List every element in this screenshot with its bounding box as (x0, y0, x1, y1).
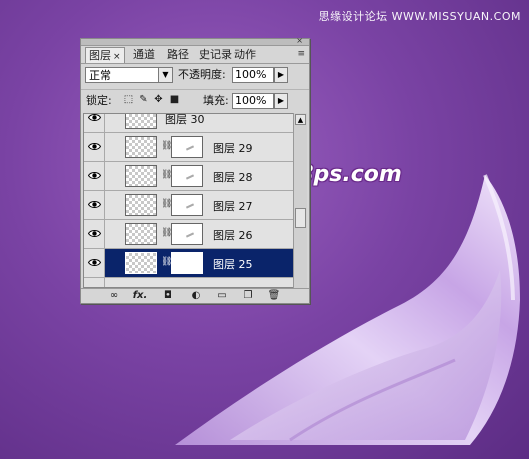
layer-row-selected[interactable]: ⛓ 图层 25 (84, 249, 293, 278)
panel-bottom-toolbar: ∞ fx. ◘ ◐ ▭ ❐ 🗑 (81, 288, 309, 303)
link-chain-icon[interactable]: ⛓ (161, 256, 172, 269)
layer-mask-thumbnail[interactable] (171, 136, 203, 158)
lock-all-icon[interactable]: ■ (169, 94, 180, 105)
layer-row[interactable] (84, 278, 293, 287)
layers-scrollbar[interactable]: ▲ (293, 113, 307, 288)
opacity-input[interactable]: 100% (232, 67, 274, 83)
lock-pixels-icon[interactable]: ✎ (138, 94, 149, 105)
visibility-eye-icon[interactable] (84, 191, 105, 219)
layer-name: 图层 29 (213, 142, 253, 155)
layers-list: 图层 30 ⛓ 图层 29 ⛓ 图层 28 ⛓ 图层 27 ⛓ 图层 26 ⛓ … (83, 113, 294, 288)
tab-label: 史记录 (199, 48, 232, 61)
visibility-eye-icon[interactable] (84, 114, 105, 132)
layer-name: 图层 27 (213, 200, 253, 213)
tab-close-icon[interactable]: × (113, 52, 121, 62)
layer-thumbnail (125, 223, 157, 245)
visibility-eye-icon[interactable] (84, 249, 105, 277)
chevron-down-icon[interactable]: ▼ (158, 68, 172, 82)
layer-row[interactable]: ⛓ 图层 26 (84, 220, 293, 249)
layer-row[interactable]: 图层 30 (84, 113, 293, 133)
layer-thumbnail (125, 165, 157, 187)
opacity-label: 不透明度: (178, 68, 226, 81)
layer-mask-thumbnail[interactable] (171, 252, 203, 274)
mask-icon[interactable]: ◘ (161, 290, 175, 302)
lock-row: 锁定: ⬚ ✎ ✥ ■ 填充: 100% ▶ (81, 89, 309, 112)
tab-paths[interactable]: 路径 (164, 47, 192, 63)
link-icon[interactable]: ∞ (107, 290, 121, 302)
link-chain-icon[interactable]: ⛓ (161, 198, 172, 211)
layer-mask-thumbnail[interactable] (171, 165, 203, 187)
scroll-thumb[interactable] (295, 208, 306, 228)
visibility-eye-icon[interactable] (84, 220, 105, 248)
layer-thumbnail (125, 252, 157, 274)
tab-label: 图层 (89, 49, 111, 62)
visibility-eye-icon[interactable] (84, 162, 105, 190)
layer-row[interactable]: ⛓ 图层 28 (84, 162, 293, 191)
tab-actions[interactable]: 动作 (231, 47, 259, 63)
tab-layers[interactable]: 图层 × (85, 47, 125, 63)
layer-thumbnail (125, 114, 157, 129)
watermark-top: 思缘设计论坛 WWW.MISSYUAN.COM (318, 10, 521, 23)
layer-name: 图层 26 (213, 229, 253, 242)
layer-thumbnail (125, 194, 157, 216)
blend-mode-select[interactable]: 正常 ▼ (85, 67, 173, 83)
tab-history[interactable]: 史记录 (196, 47, 235, 63)
scroll-up-icon[interactable]: ▲ (295, 114, 306, 125)
layer-row[interactable]: ⛓ 图层 29 (84, 133, 293, 162)
trash-icon[interactable]: 🗑 (267, 290, 281, 302)
fill-input[interactable]: 100% (232, 93, 274, 109)
tab-label: 通道 (133, 48, 155, 61)
panel-close-icon[interactable]: × (296, 37, 303, 45)
tab-label: 路径 (167, 48, 189, 61)
fx-icon[interactable]: fx. (131, 290, 149, 302)
link-chain-icon[interactable]: ⛓ (161, 140, 172, 153)
new-layer-icon[interactable]: ❐ (241, 290, 255, 302)
blend-row: 正常 ▼ 不透明度: 100% ▶ (81, 65, 309, 87)
panel-tabs: 图层 × 通道 路径 史记录 动作 ≡ (81, 45, 309, 64)
layer-name: 图层 25 (213, 258, 253, 271)
fill-arrow-icon[interactable]: ▶ (274, 93, 288, 109)
adjustment-icon[interactable]: ◐ (189, 290, 203, 302)
visibility-eye-icon[interactable] (84, 278, 105, 287)
layers-panel: × 图层 × 通道 路径 史记录 动作 ≡ 正常 ▼ 不透明度: 100% ▶ 锁… (80, 37, 310, 304)
layer-name: 图层 28 (213, 171, 253, 184)
opacity-arrow-icon[interactable]: ▶ (274, 67, 288, 83)
layer-thumbnail (125, 136, 157, 158)
layer-name: 图层 30 (165, 113, 205, 126)
lock-position-icon[interactable]: ✥ (153, 94, 164, 105)
fill-label: 填充: (203, 94, 229, 107)
layer-mask-thumbnail[interactable] (171, 223, 203, 245)
layer-mask-thumbnail[interactable] (171, 194, 203, 216)
blend-mode-value: 正常 (89, 69, 111, 82)
lock-label: 锁定: (86, 94, 112, 107)
link-chain-icon[interactable]: ⛓ (161, 227, 172, 240)
tab-label: 动作 (234, 48, 256, 61)
panel-menu-icon[interactable]: ≡ (297, 49, 305, 59)
link-chain-icon[interactable]: ⛓ (161, 169, 172, 182)
lock-transparency-icon[interactable]: ⬚ (123, 94, 134, 105)
tab-channels[interactable]: 通道 (130, 47, 158, 63)
folder-icon[interactable]: ▭ (215, 290, 229, 302)
layer-row[interactable]: ⛓ 图层 27 (84, 191, 293, 220)
visibility-eye-icon[interactable] (84, 133, 105, 161)
